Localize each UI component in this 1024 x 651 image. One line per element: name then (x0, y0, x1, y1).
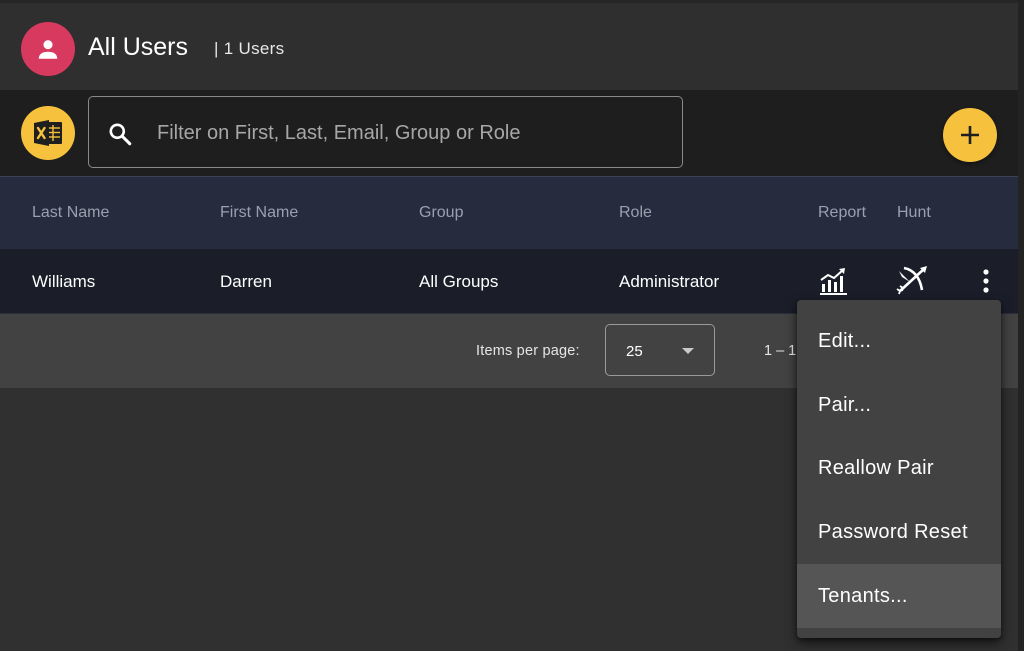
more-vertical-icon (983, 269, 989, 293)
row-context-menu: Edit... Pair... Reallow Pair Password Re… (797, 300, 1001, 638)
hunt-button[interactable] (896, 265, 930, 302)
bar-chart-icon (820, 268, 847, 295)
items-per-page-label: Items per page: (476, 343, 580, 359)
cell-role: Administrator (619, 272, 720, 291)
page-range-label: 1 – 1 (764, 343, 797, 359)
items-per-page-value: 25 (626, 343, 643, 360)
menu-item-pair[interactable]: Pair... (797, 373, 1001, 437)
column-header-group[interactable]: Group (419, 204, 463, 222)
cell-last-name: Williams (32, 272, 96, 291)
plus-icon (961, 126, 979, 144)
person-icon (38, 40, 58, 59)
search-field[interactable] (88, 96, 683, 168)
page-header: All Users | 1 Users (0, 3, 1018, 90)
add-user-button[interactable] (943, 108, 997, 162)
search-icon (109, 123, 132, 146)
user-count: | 1 Users (214, 39, 285, 58)
menu-item-edit[interactable]: Edit... (797, 309, 1001, 373)
column-header-role[interactable]: Role (619, 204, 652, 222)
export-excel-button[interactable] (21, 106, 75, 160)
chevron-down-icon (682, 348, 694, 354)
menu-item-tenants[interactable]: Tenants... (797, 564, 1001, 628)
column-header-hunt: Hunt (897, 204, 931, 221)
table-header: Last Name First Name Group Role Report H… (0, 177, 1018, 249)
page-title: All Users (88, 33, 189, 61)
column-header-first-name[interactable]: First Name (220, 204, 298, 222)
menu-item-reallow-pair[interactable]: Reallow Pair (797, 436, 1001, 500)
row-menu-button[interactable] (979, 268, 993, 299)
column-header-report: Report (818, 204, 867, 221)
menu-item-password-reset[interactable]: Password Reset (797, 500, 1001, 564)
search-input[interactable] (155, 119, 659, 147)
toolbar (0, 90, 1018, 177)
cell-group: All Groups (419, 272, 499, 291)
excel-icon (34, 120, 62, 146)
crossed-target-icon (896, 266, 927, 295)
cell-first-name: Darren (220, 272, 272, 291)
column-header-last-name[interactable]: Last Name (32, 204, 109, 222)
user-avatar (21, 22, 75, 76)
items-per-page-select[interactable]: 25 (605, 324, 715, 376)
scrollbar-track (1018, 0, 1024, 651)
report-button[interactable] (819, 266, 849, 301)
